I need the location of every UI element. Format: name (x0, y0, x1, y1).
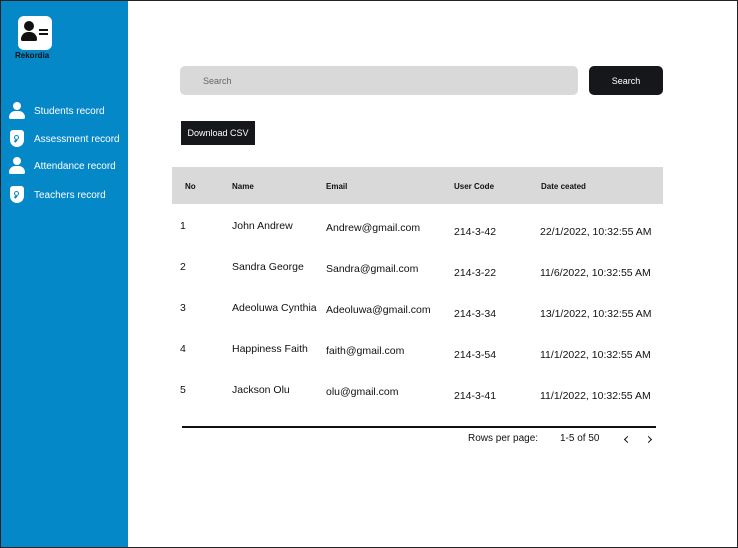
shield-search-icon (9, 130, 25, 148)
sidebar-item-assessment-record[interactable]: Assessment record (9, 129, 120, 149)
sidebar-item-label: Teachers record (34, 189, 106, 201)
sidebar-item-label: Attendance record (34, 160, 116, 172)
table-row[interactable]: 1 John Andrew Andrew@gmail.com 214-3-42 … (172, 215, 663, 256)
cell-date-created: 11/1/2022, 10:32:55 AM (540, 390, 651, 402)
cell-user-code: 214-3-34 (454, 308, 497, 320)
cell-email: Andrew@gmail.com (326, 222, 421, 234)
cell-no: 5 (180, 384, 186, 396)
person-icon (9, 102, 25, 120)
cell-name: Adeoluwa Cynthia (232, 302, 317, 314)
cell-user-code: 214-3-54 (454, 349, 497, 361)
cell-name: Jackson Olu (232, 384, 290, 396)
sidebar-item-students-record[interactable]: Students record (9, 101, 105, 121)
cell-date-created: 13/1/2022, 10:32:55 AM (540, 308, 652, 320)
sidebar: Rekordia Students record Assessment reco… (1, 1, 128, 547)
table-row[interactable]: 3 Adeoluwa Cynthia Adeoluwa@gmail.com 21… (172, 297, 663, 338)
cell-name: Happiness Faith (232, 343, 308, 355)
cell-date-created: 11/6/2022, 10:32:55 AM (540, 267, 651, 279)
sidebar-item-teachers-record[interactable]: Teachers record (9, 185, 106, 205)
cell-no: 2 (180, 261, 186, 273)
cell-date-created: 11/1/2022, 10:32:55 AM (540, 349, 651, 361)
search-input[interactable] (180, 66, 578, 95)
next-page-button[interactable] (640, 429, 658, 449)
chevron-right-icon (644, 435, 652, 443)
chevron-left-icon (623, 435, 631, 443)
search-button[interactable]: Search (589, 66, 663, 95)
person-icon (9, 157, 25, 175)
cell-date-created: 22/1/2022, 10:32:55 AM (540, 226, 652, 238)
cell-email: Sandra@gmail.com (326, 263, 419, 275)
cell-user-code: 214-3-22 (454, 267, 497, 279)
cell-email: olu@gmail.com (326, 386, 399, 398)
sidebar-item-attendance-record[interactable]: Attendance record (9, 156, 116, 176)
cell-user-code: 214-3-42 (454, 226, 497, 238)
cell-user-code: 214-3-41 (454, 390, 497, 402)
cell-no: 4 (180, 343, 186, 355)
cell-no: 1 (180, 220, 186, 232)
table-row[interactable]: 4 Happiness Faith faith@gmail.com 214-3-… (172, 338, 663, 379)
shield-search-icon (9, 186, 25, 204)
cell-name: John Andrew (232, 220, 293, 232)
cell-no: 3 (180, 302, 186, 314)
cell-email: faith@gmail.com (326, 345, 405, 357)
previous-page-button[interactable] (617, 429, 635, 449)
id-card-icon (18, 16, 52, 50)
cell-name: Sandra George (232, 261, 304, 273)
cell-email: Adeoluwa@gmail.com (326, 304, 431, 316)
column-header-email: Email (326, 182, 348, 191)
rows-per-page-label: Rows per page: (468, 433, 539, 444)
pagination-range: 1-5 of 50 (560, 433, 600, 444)
brand-name: Rekordia (15, 51, 50, 60)
download-csv-button[interactable]: Download CSV (181, 121, 255, 145)
table-footer-divider (182, 426, 656, 428)
table-row[interactable]: 2 Sandra George Sandra@gmail.com 214-3-2… (172, 256, 663, 297)
sidebar-item-label: Students record (34, 105, 105, 117)
column-header-name: Name (232, 182, 254, 191)
column-header-no: No (185, 182, 196, 191)
table-header: No Name Email User Code Date ceated (172, 167, 663, 204)
sidebar-item-label: Assessment record (34, 133, 120, 145)
column-header-user-code: User Code (454, 182, 495, 191)
table-row[interactable]: 5 Jackson Olu olu@gmail.com 214-3-41 11/… (172, 379, 663, 420)
column-header-date-created: Date ceated (541, 182, 586, 191)
